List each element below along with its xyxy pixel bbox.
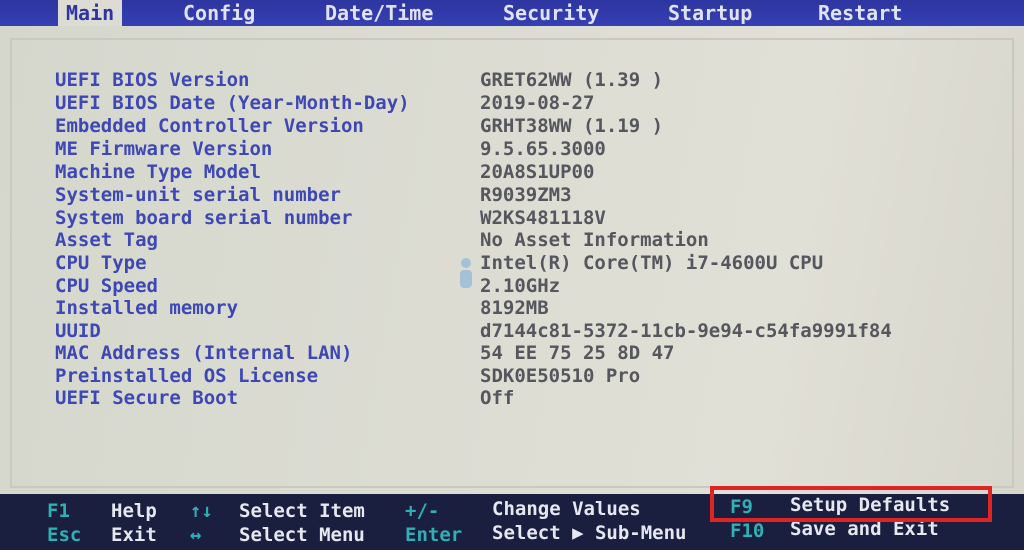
info-label: UEFI BIOS Date (Year-Month-Day) [55,92,410,114]
info-label: CPU Type [55,252,147,274]
exit-label: Exit [111,524,157,546]
info-row[interactable]: Embedded Controller Version GRHT38WW (1.… [0,115,1024,137]
f10-key: F10 [730,520,765,542]
info-label: System-unit serial number [55,184,341,206]
info-label: Machine Type Model [55,161,261,183]
up-down-icon: ↑↓ [190,500,213,522]
info-label: CPU Speed [55,275,158,297]
info-row[interactable]: System board serial number W2KS481118V [0,207,1024,229]
info-row[interactable]: System-unit serial number R9039ZM3 [0,184,1024,206]
tab-startup[interactable]: Startup [668,0,752,27]
info-value: 20A8S1UP00 [480,161,595,183]
info-value: Intel(R) Core(TM) i7-4600U CPU [480,252,824,274]
info-row[interactable]: ME Firmware Version 9.5.65.3000 [0,138,1024,160]
info-value: 2019-08-27 [480,92,595,114]
info-value: GRHT38WW (1.19 ) [480,115,664,137]
info-value: 9.5.65.3000 [480,138,606,160]
info-row[interactable]: UEFI BIOS Date (Year-Month-Day) 2019-08-… [0,92,1024,114]
info-label: UUID [55,320,101,342]
info-value: 8192MB [480,297,549,319]
info-label: MAC Address (Internal LAN) [55,342,353,364]
tab-main[interactable]: Main [58,0,123,28]
info-row[interactable]: CPU Type Intel(R) Core(TM) i7-4600U CPU [0,252,1024,274]
info-value: GRET62WW (1.39 ) [480,69,664,91]
info-label: UEFI BIOS Version [55,69,250,91]
enter-key: Enter [405,524,463,546]
tab-restart[interactable]: Restart [818,0,902,27]
plus-minus-key: +/- [405,500,440,522]
esc-key: Esc [47,524,82,546]
highlight-box [710,486,992,522]
info-label: System board serial number [55,207,353,229]
info-value: 2.10GHz [480,275,561,297]
info-row[interactable]: Machine Type Model 20A8S1UP00 [0,161,1024,183]
tab-config[interactable]: Config [183,0,255,27]
select-item-label: Select Item [239,500,365,522]
info-value: W2KS481118V [480,207,606,229]
info-value: R9039ZM3 [480,184,572,206]
left-right-icon: ↔ [190,524,202,546]
info-row[interactable]: UUID d7144c81-5372-11cb-9e94-c54fa9991f8… [0,320,1024,342]
info-label: Embedded Controller Version [55,115,364,137]
info-row[interactable]: UEFI BIOS Version GRET62WW (1.39 ) [0,69,1024,91]
info-value: SDK0E50510 Pro [480,365,641,387]
main-panel: UEFI BIOS Version GRET62WW (1.39 ) UEFI … [0,26,1024,496]
info-row[interactable]: Preinstalled OS License SDK0E50510 Pro [0,365,1024,387]
watermark-icon [460,258,472,288]
info-value: 54 EE 75 25 8D 47 [480,342,675,364]
change-values-label: Change Values [492,498,641,520]
bios-screen: Main Config Date/Time Security Startup R… [0,0,1024,550]
info-row[interactable]: CPU Speed 2.10GHz [0,275,1024,297]
tab-date-time[interactable]: Date/Time [325,0,433,27]
info-value: Off [480,387,515,409]
tab-security[interactable]: Security [503,0,599,27]
sub-menu-label: Select ▶ Sub-Menu [492,522,687,544]
info-row[interactable]: UEFI Secure Boot Off [0,387,1024,409]
select-menu-label: Select Menu [239,524,365,546]
info-row[interactable]: Asset Tag No Asset Information [0,229,1024,251]
info-row[interactable]: MAC Address (Internal LAN) 54 EE 75 25 8… [0,342,1024,364]
f1-key: F1 [47,500,70,522]
help-label: Help [111,500,157,522]
info-value: d7144c81-5372-11cb-9e94-c54fa9991f84 [480,320,892,342]
info-label: UEFI Secure Boot [55,387,239,409]
info-label: Installed memory [55,297,239,319]
info-label: Asset Tag [55,229,158,251]
info-label: Preinstalled OS License [55,365,319,387]
info-row[interactable]: Installed memory 8192MB [0,297,1024,319]
info-value: No Asset Information [480,229,709,251]
info-label: ME Firmware Version [55,138,273,160]
tab-bar: Main Config Date/Time Security Startup R… [0,0,1024,28]
